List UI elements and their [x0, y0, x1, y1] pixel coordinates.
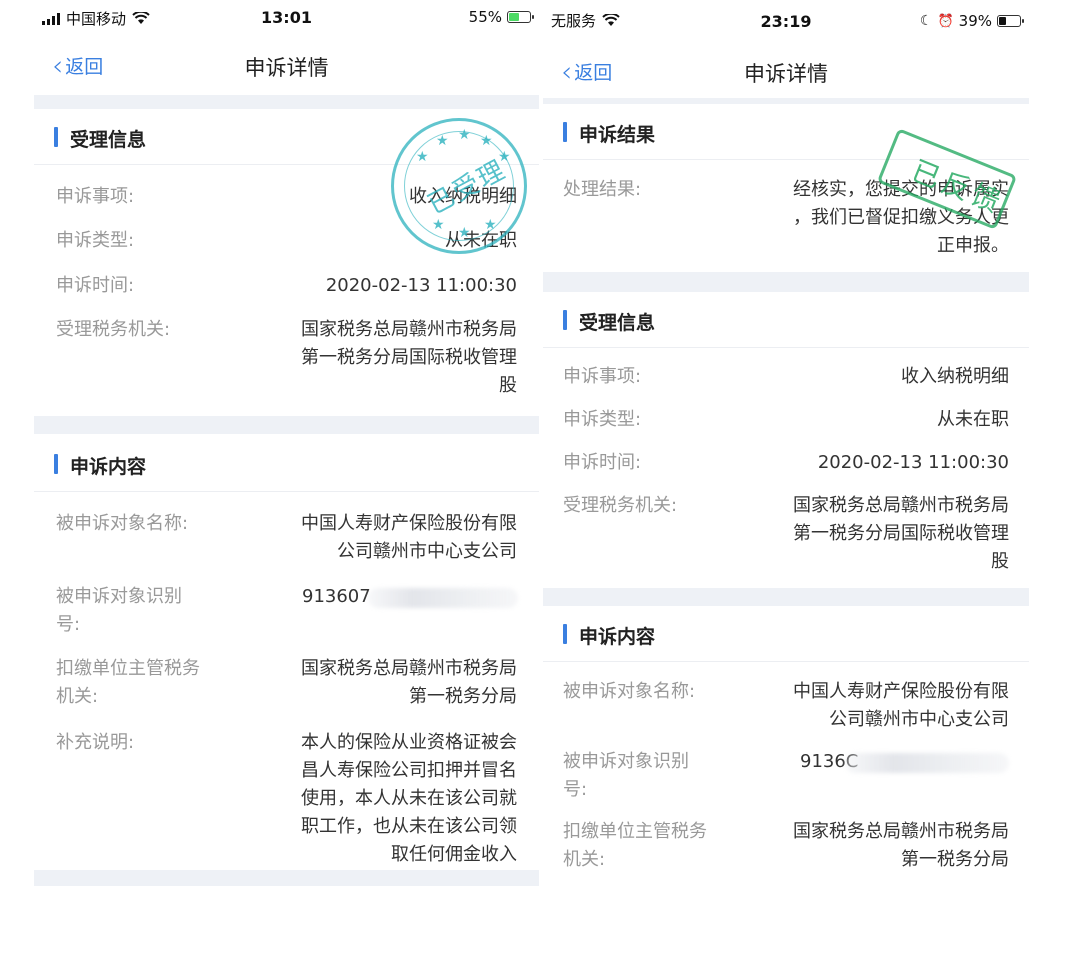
- field-value-multiline: 国家税务总局赣州市税务局 第一税务分局国际税收管理 股: [793, 492, 1009, 576]
- field-value: 2020-02-13 11:00:30: [325, 275, 517, 296]
- status-bar: 中国移动 13:01 55%: [34, 0, 539, 36]
- field-label-multiline: 扣缴单位主管税务 机关:: [563, 818, 707, 874]
- section-divider: [543, 272, 1029, 292]
- battery-charging-icon: [507, 11, 534, 23]
- value-line: 使用，本人从未在该公司就: [301, 788, 517, 809]
- field-value: 收入纳税明细: [901, 366, 1009, 387]
- value-line: 国家税务总局赣州市税务局: [301, 319, 517, 340]
- field-label: 被申诉对象名称:: [563, 681, 696, 702]
- field-label: 被申诉对象名称:: [56, 513, 189, 534]
- value-line: 公司赣州市中心支公司: [337, 541, 517, 562]
- field-label: 申诉类型:: [56, 230, 135, 251]
- moon-icon: ☾: [919, 13, 933, 29]
- value-line: 第一税务分局: [409, 686, 517, 707]
- label-line: 被申诉对象识别: [56, 586, 182, 607]
- redaction-blur: [368, 588, 518, 608]
- navigation-bar: ‹ 返回 申诉详情: [543, 46, 1029, 100]
- taxpayer-id-value: 913607: [302, 586, 371, 607]
- value-line: 第一税务分局: [901, 849, 1009, 870]
- field-label: 受理税务机关:: [56, 319, 171, 340]
- section-divider: [34, 870, 539, 886]
- value-line: 职工作，也从未在该公司领: [301, 816, 517, 837]
- value-line: 中国人寿财产保险股份有限: [793, 681, 1009, 702]
- label-line: 机关:: [56, 686, 99, 707]
- page-title: 申诉详情: [244, 56, 329, 80]
- field-value-multiline: 国家税务总局赣州市税务局 第一税务分局: [793, 818, 1009, 874]
- field-value: 2020-02-13 11:00:30: [817, 452, 1009, 473]
- field-label-multiline: 扣缴单位主管税务 机关:: [56, 655, 200, 711]
- content-section-header: 申诉内容: [543, 606, 1029, 662]
- section-accent-bar: [54, 454, 58, 474]
- field-label-multiline: 被申诉对象识别 号:: [563, 748, 689, 804]
- accepted-stamp-icon: ★ ★ ★ ★ ★ ★ ★ ★ 已受理: [391, 118, 527, 254]
- value-line: 公司赣州市中心支公司: [829, 709, 1009, 730]
- section-title: 申诉内容: [579, 626, 656, 648]
- value-line: 昌人寿保险公司扣押并冒名: [301, 760, 517, 781]
- section-divider: [34, 416, 539, 434]
- section-title: 受理信息: [70, 129, 147, 151]
- section-accent-bar: [54, 127, 58, 147]
- accept-section-header: 受理信息: [543, 292, 1029, 348]
- field-label: 申诉时间:: [56, 275, 135, 296]
- status-bar: 无服务 23:19 ☾ ⏰ 39%: [543, 0, 1029, 36]
- field-label-multiline: 被申诉对象识别 号:: [56, 583, 182, 639]
- section-title: 受理信息: [579, 312, 656, 334]
- label-line: 号:: [56, 614, 81, 635]
- section-accent-bar: [563, 624, 567, 644]
- right-phone-screen: 无服务 23:19 ☾ ⏰ 39% ‹ 返回 申诉详情 申诉结果 处理结果: 经…: [543, 0, 1029, 890]
- page-title: 申诉详情: [744, 62, 828, 86]
- field-value-multiline: 国家税务总局赣州市税务局 第一税务分局: [301, 655, 517, 711]
- field-value: 从未在职: [937, 409, 1009, 430]
- field-value-multiline: 中国人寿财产保险股份有限 公司赣州市中心支公司: [793, 678, 1009, 734]
- label-line: 号:: [563, 779, 588, 800]
- value-line: 第一税务分局国际税收管理: [301, 347, 517, 368]
- label-line: 扣缴单位主管税务: [56, 658, 200, 679]
- section-accent-bar: [563, 122, 567, 142]
- value-line: 股: [499, 375, 517, 396]
- content-section-header: 申诉内容: [34, 436, 539, 492]
- value-line: 股: [991, 551, 1009, 572]
- field-value-multiline: 中国人寿财产保险股份有限 公司赣州市中心支公司: [301, 510, 517, 566]
- field-value-multiline: 国家税务总局赣州市税务局 第一税务分局国际税收管理 股: [301, 316, 517, 400]
- left-phone-screen: 中国移动 13:01 55% ‹ 返回 申诉详情 受理信息 申诉事项: 收入纳税…: [34, 0, 539, 890]
- battery-percentage: 55%: [468, 8, 502, 26]
- value-line: 本人的保险从业资格证被会: [301, 732, 517, 753]
- value-line: 第一税务分局国际税收管理: [793, 523, 1009, 544]
- field-label: 申诉事项:: [56, 186, 135, 207]
- field-value-multiline: 本人的保险从业资格证被会 昌人寿保险公司扣押并冒名 使用，本人从未在该公司就 职…: [301, 729, 517, 869]
- field-label: 处理结果:: [563, 179, 642, 200]
- value-line: 国家税务总局赣州市税务局: [793, 495, 1009, 516]
- section-title: 申诉内容: [70, 456, 147, 478]
- navigation-bar: ‹ 返回 申诉详情: [34, 40, 539, 94]
- battery-icon: [997, 15, 1024, 27]
- alarm-clock-icon: ⏰: [937, 13, 954, 29]
- redaction-blur: [845, 753, 1009, 773]
- label-line: 机关:: [563, 849, 606, 870]
- clock-time: 13:01: [261, 8, 312, 27]
- label-line: 被申诉对象识别: [563, 751, 689, 772]
- field-label: 申诉时间:: [563, 452, 642, 473]
- battery-percentage: 39%: [958, 12, 992, 30]
- label-line: 扣缴单位主管税务: [563, 821, 707, 842]
- value-line: 取任何佣金收入: [391, 844, 517, 865]
- field-label: 申诉类型:: [563, 409, 642, 430]
- field-label: 受理税务机关:: [563, 495, 678, 516]
- value-line: 中国人寿财产保险股份有限: [301, 513, 517, 534]
- field-label: 补充说明:: [56, 732, 135, 753]
- value-line: 国家税务总局赣州市税务局: [793, 821, 1009, 842]
- section-accent-bar: [563, 310, 567, 330]
- section-divider: [543, 588, 1029, 606]
- field-label: 申诉事项:: [563, 366, 642, 387]
- value-line: 正申报。: [937, 235, 1009, 256]
- value-line: 国家税务总局赣州市税务局: [301, 658, 517, 679]
- section-divider: [34, 95, 539, 109]
- section-title: 申诉结果: [579, 124, 656, 146]
